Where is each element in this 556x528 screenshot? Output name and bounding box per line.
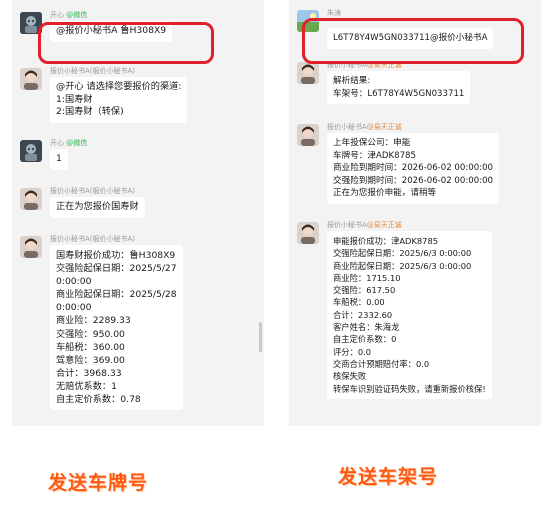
message-bubble[interactable]: 正在为您报价国寿财 — [50, 197, 145, 218]
assistant-avatar[interactable] — [20, 188, 42, 210]
message-text: 1 — [56, 153, 62, 164]
message-text: 商业险起保日期：2025/5/28 — [56, 289, 177, 301]
message-bubble[interactable]: @开心 请选择您要报价的渠道: 1:国寿财 2:国寿财（转保) — [50, 77, 188, 123]
caption-plate-number: 发送车牌号 — [48, 472, 149, 494]
message-bubble[interactable]: 1 — [50, 149, 68, 170]
sender-name: 开心 @微信 — [50, 139, 88, 147]
message-text: 核保失败 — [333, 371, 367, 382]
message-text: 合计：2332.60 — [333, 309, 393, 320]
message-text: 交强险到期时间：2026-06-02 00:00:00 — [333, 175, 494, 186]
message-text: @开心 请选择您要报价的渠道: — [56, 81, 182, 92]
message-text: 商业险到期时间：2026-06-02 00:00:00 — [333, 163, 494, 174]
message-text: 正在为您报价申能，请稍等 — [333, 188, 437, 199]
message-bubble[interactable]: 申能报价成功：津ADK8785 交强险起保日期：2025/6/3 0:00:00… — [327, 231, 492, 399]
message-text: 1:国寿财 — [56, 93, 93, 105]
message-text: 评分：0.0 — [333, 346, 372, 357]
message-text: 交强险起保日期：2025/6/3 0:00:00 — [333, 248, 472, 259]
message-text: 车牌号：津ADK8785 — [333, 150, 416, 161]
sender-name: 朱涛 — [327, 9, 341, 17]
message-text: 自主定价系数：0.78 — [56, 394, 141, 406]
landscape-avatar[interactable] — [297, 10, 319, 32]
message-text: 无赔优系数：1 — [56, 380, 117, 392]
message-text: 客户姓名：朱海龙 — [333, 322, 400, 333]
assistant-avatar[interactable] — [20, 236, 42, 258]
message-text: 驾意险：369.00 — [56, 354, 125, 366]
message-text: 0:00:00 — [56, 302, 92, 314]
assistant-avatar[interactable] — [297, 124, 319, 146]
message-text: 合计：3968.33 — [56, 367, 122, 379]
sender-name: 开心 @微信 — [50, 11, 88, 19]
message-text: 交商合计预期赔付率：0.0 — [333, 358, 430, 369]
caption-vin-number: 发送车架号 — [338, 466, 439, 488]
message-text: 交强险：617.50 — [333, 285, 396, 296]
message-text: 2:国寿财（转保) — [56, 106, 124, 118]
message-text: 车船税：360.00 — [56, 341, 125, 353]
message-text: 自主定价系数：0 — [333, 334, 397, 345]
sender-name: 报价小秘书A@易天正诚 — [327, 61, 402, 69]
message-text: 车船税：0.00 — [333, 297, 385, 308]
message-text: 解析结果: — [333, 76, 371, 86]
message-text: 国寿财报价成功：鲁H308X9 — [56, 250, 176, 261]
robot-avatar[interactable] — [20, 12, 42, 34]
message-bubble[interactable]: 上年投保公司：申能 车牌号：津ADK8785 商业险到期时间：2026-06-0… — [327, 133, 500, 204]
sender-name: 报价小秘书A@易天正诚 — [327, 221, 402, 229]
message-text: 交强险：950.00 — [56, 328, 125, 340]
message-text: 0:00:00 — [56, 276, 92, 288]
sender-name: 报价小秘书A(报价小秘书A) — [50, 187, 136, 195]
robot-avatar[interactable] — [20, 140, 42, 162]
message-text: 转保车识别验证码失败，请重新报价核保! — [333, 383, 486, 394]
chat-panel-vin: 朱涛 L6T78Y4W5GN033711@报价小秘书A 报价小秘书A@易天正诚 … — [289, 0, 541, 426]
sender-name: 报价小秘书A@易天正诚 — [327, 123, 402, 131]
message-text: 申能报价成功：津ADK8785 — [333, 236, 438, 246]
message-text: 商业险：1715.10 — [333, 272, 401, 283]
chat-panel-plate: 开心 @微信 @报价小秘书A 鲁H308X9 报价小秘书A(报价小秘书A) @开… — [12, 0, 264, 426]
message-text: L6T78Y4W5GN033711@报价小秘书A — [333, 33, 488, 43]
message-bubble[interactable]: L6T78Y4W5GN033711@报价小秘书A — [327, 28, 494, 49]
message-text: 交强险起保日期：2025/5/27 — [56, 263, 177, 275]
message-bubble[interactable]: 国寿财报价成功：鲁H308X9 交强险起保日期：2025/5/27 0:00:0… — [50, 245, 183, 411]
assistant-avatar[interactable] — [297, 222, 319, 244]
message-text: @报价小秘书A 鲁H308X9 — [56, 25, 167, 36]
message-text: 正在为您报价国寿财 — [56, 201, 139, 212]
assistant-avatar[interactable] — [20, 68, 42, 90]
message-bubble[interactable]: 解析结果: 车架号：L6T78Y4W5GN033711 — [327, 71, 471, 105]
message-text: 上年投保公司：申能 — [333, 138, 411, 148]
sender-name: 报价小秘书A(报价小秘书A) — [50, 67, 136, 75]
message-text: 商业险起保日期：2025/6/3 0:00:00 — [333, 260, 472, 271]
assistant-avatar[interactable] — [297, 62, 319, 84]
scrollbar-thumb[interactable] — [259, 322, 262, 352]
message-text: 商业险：2289.33 — [56, 315, 131, 327]
message-bubble[interactable]: @报价小秘书A 鲁H308X9 — [50, 21, 173, 42]
message-text: 车架号：L6T78Y4W5GN033711 — [333, 88, 465, 99]
sender-name: 报价小秘书A(报价小秘书A) — [50, 235, 136, 243]
